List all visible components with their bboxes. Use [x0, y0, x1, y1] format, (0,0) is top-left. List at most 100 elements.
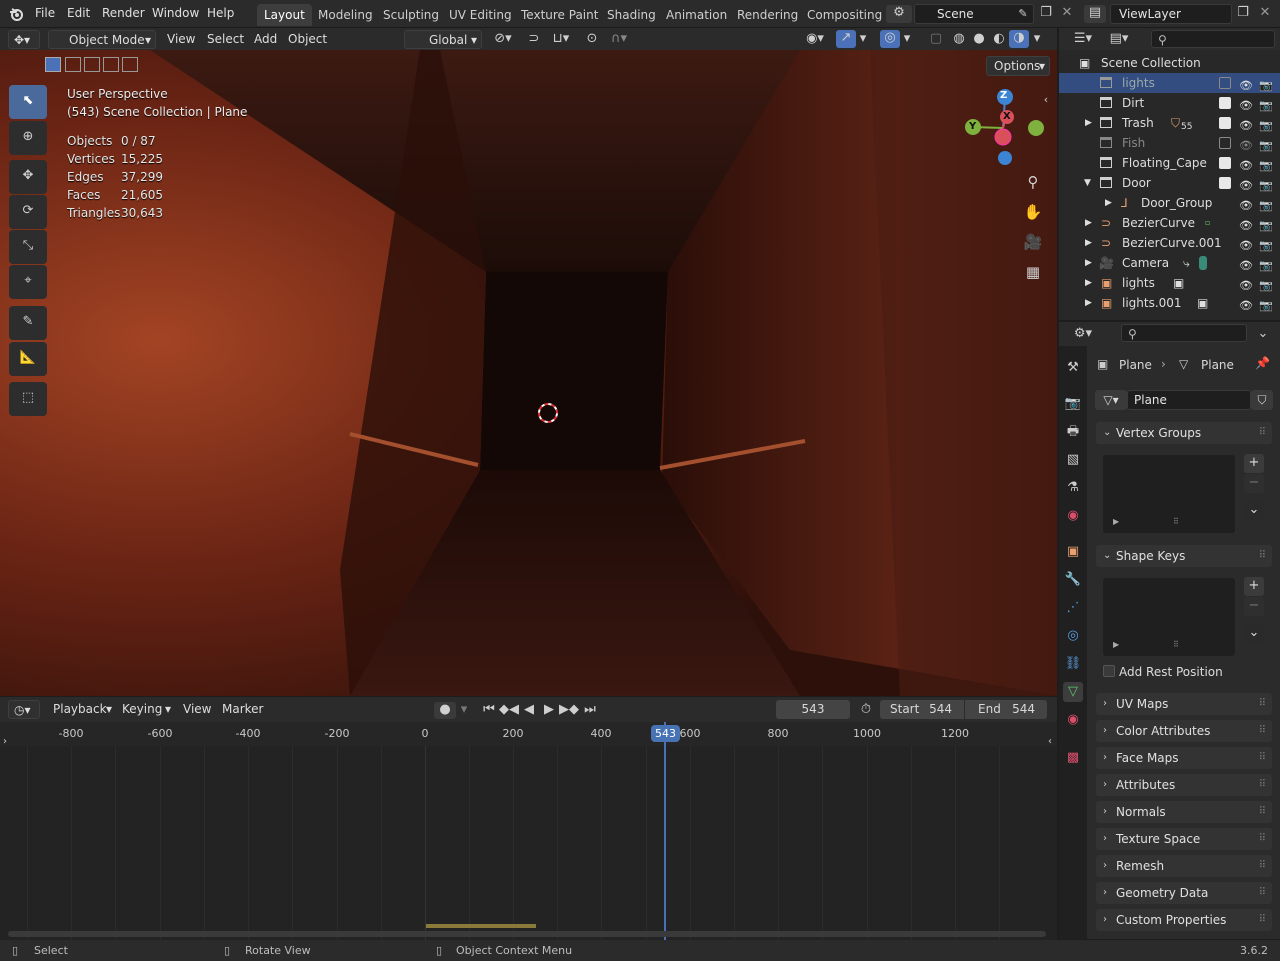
annotate-tool[interactable]: ✎ — [9, 306, 47, 340]
gizmo-dropdown-icon[interactable]: ▾ — [856, 31, 870, 47]
outliner-item-lights-2[interactable]: ▶ ▣ lights ▣ 👁 📷 — [1059, 273, 1280, 293]
prev-keyframe-icon[interactable]: ◆◀ — [499, 702, 519, 718]
outliner-item-camera[interactable]: ▶ 🎥 Camera ⤷ 👁 📷 — [1059, 253, 1280, 273]
rendered-shading-icon[interactable]: ◑ — [1009, 30, 1029, 48]
texture-space-panel[interactable]: › Texture Space ⠿ — [1096, 828, 1272, 850]
scale-tool[interactable]: ⤡ — [9, 230, 47, 264]
data-tab-icon[interactable]: ▽ — [1063, 682, 1083, 702]
expand-sidebar-icon[interactable]: ‹ — [1045, 734, 1055, 750]
remove-vertex-group-button[interactable]: − — [1244, 474, 1264, 493]
exclude-checkbox[interactable] — [1219, 77, 1231, 89]
playhead-line[interactable] — [664, 722, 666, 940]
uv-maps-panel[interactable]: › UV Maps ⠿ — [1096, 693, 1272, 715]
world-tab-icon[interactable]: ◉ — [1063, 506, 1083, 526]
drag-grip-icon[interactable]: ⠿ — [1259, 828, 1266, 850]
new-scene-icon[interactable]: ❐ — [1037, 5, 1055, 21]
auto-keying-icon[interactable]: ● — [434, 702, 456, 719]
drag-grip-icon[interactable]: ⠿ — [1259, 801, 1266, 823]
pin-icon[interactable]: ✎ — [1016, 6, 1030, 22]
outliner-item-lights[interactable]: lights 👁 📷 — [1059, 73, 1280, 93]
render-tab-icon[interactable]: 📷 — [1063, 394, 1083, 414]
view-layer-field[interactable]: ViewLayer — [1110, 4, 1232, 24]
object-tab-icon[interactable]: ▣ — [1063, 542, 1083, 562]
end-frame-field[interactable]: End 544 — [965, 700, 1047, 719]
falloff-icon[interactable]: ∩▾ — [604, 31, 634, 47]
expand-arrow-icon[interactable]: ▶ — [1105, 193, 1112, 213]
resize-grip-icon[interactable]: ⠿ — [1173, 517, 1179, 526]
zoom-icon[interactable]: ⚲ — [1022, 174, 1044, 190]
play-icon[interactable]: ▶ — [540, 702, 558, 718]
tab-texture-paint[interactable]: Texture Paint — [514, 4, 605, 26]
material-tab-icon[interactable]: ◉ — [1063, 710, 1083, 730]
expand-arrow-icon[interactable]: ▶ — [1085, 213, 1092, 233]
outliner-item-floating-cape[interactable]: Floating_Cape 👁 📷 — [1059, 153, 1280, 173]
drag-grip-icon[interactable]: ⠿ — [1259, 422, 1266, 444]
remove-shape-key-button[interactable]: − — [1244, 597, 1264, 616]
rotate-tool[interactable]: ⟳ — [9, 195, 47, 229]
menu-edit[interactable]: Edit — [67, 6, 90, 20]
properties-editor-type-icon[interactable]: ⚙▾ — [1069, 326, 1097, 342]
exclude-checkbox[interactable] — [1219, 157, 1231, 169]
outliner-item-fish[interactable]: Fish 👁 📷 — [1059, 133, 1280, 153]
physics-tab-icon[interactable]: ◎ — [1063, 626, 1083, 646]
expand-arrow-icon[interactable]: ▶ — [1085, 233, 1092, 253]
menu-add[interactable]: Add — [249, 30, 282, 49]
wireframe-shading-icon[interactable]: ◍ — [950, 31, 968, 47]
vertex-group-specials-button[interactable]: ⌄ — [1244, 501, 1264, 520]
overlay-dropdown-icon[interactable]: ▾ — [900, 31, 914, 47]
move-tool[interactable]: ✥ — [9, 160, 47, 194]
camera-view-icon[interactable]: 🎥 — [1022, 234, 1044, 250]
menu-help[interactable]: Help — [207, 6, 234, 20]
timeline-editor-type-icon[interactable]: ◷▾ — [8, 700, 40, 719]
keying-dropdown[interactable]: Keying ▾ — [117, 700, 173, 719]
scene-browse-icon[interactable]: ⚙ — [886, 5, 912, 23]
drag-grip-icon[interactable]: ⠿ — [1259, 909, 1266, 931]
collapse-sidebar-icon[interactable]: ‹ — [1040, 92, 1052, 108]
shape-key-specials-button[interactable]: ⌄ — [1244, 624, 1264, 643]
proportional-edit-icon[interactable]: ⊙ — [582, 31, 602, 47]
render-camera-icon[interactable]: 📷 — [1259, 296, 1273, 316]
resize-grip-icon[interactable]: ⠿ — [1173, 640, 1179, 649]
properties-search-field[interactable]: ⚲ — [1121, 324, 1247, 342]
constraints-tab-icon[interactable]: ⛓ — [1063, 654, 1083, 674]
outliner-item-beziercurve-001[interactable]: ▶ ⊃ BezierCurve.001 👁 📷 — [1059, 233, 1280, 253]
eye-icon[interactable]: 👁 — [1239, 296, 1253, 316]
playback-dropdown[interactable]: Playback ▾ — [48, 700, 114, 719]
playhead-frame-badge[interactable]: 543 — [651, 725, 680, 742]
exclude-checkbox[interactable] — [1219, 97, 1231, 109]
preview-range-clock-icon[interactable]: ⏱ — [856, 702, 876, 718]
outliner-scene-collection[interactable]: ▣ Scene Collection — [1059, 53, 1280, 73]
close-view-layer-icon[interactable]: ✕ — [1258, 5, 1272, 21]
expand-channels-icon[interactable]: › — [0, 734, 10, 750]
face-maps-panel[interactable]: › Face Maps ⠿ — [1096, 747, 1272, 769]
jump-start-icon[interactable]: ⏮ — [480, 702, 498, 718]
menu-select[interactable]: Select — [202, 30, 249, 49]
custom-properties-panel[interactable]: › Custom Properties ⠿ — [1096, 909, 1272, 931]
select-subtract-icon[interactable] — [84, 57, 100, 72]
drag-grip-icon[interactable]: ⠿ — [1259, 693, 1266, 715]
play-reverse-icon[interactable]: ◀ — [520, 702, 538, 718]
select-invert-icon[interactable] — [103, 57, 119, 72]
blender-logo-icon[interactable] — [8, 6, 26, 22]
modifier-tab-icon[interactable]: 🔧 — [1063, 570, 1083, 590]
transform-tool[interactable]: ⌖ — [9, 265, 47, 299]
expand-arrow-icon[interactable]: ▶ — [1085, 293, 1092, 313]
menu-timeline-view[interactable]: View — [178, 700, 216, 719]
expand-arrow-icon[interactable]: ▶ — [1085, 273, 1092, 293]
select-box-tool[interactable]: ⬉ — [9, 85, 47, 119]
jump-end-icon[interactable]: ⏭ — [581, 702, 599, 718]
collapse-arrow-icon[interactable]: ▼ — [1084, 173, 1091, 193]
particles-tab-icon[interactable]: ⋰ — [1063, 598, 1083, 618]
measure-tool[interactable]: 📐 — [9, 342, 47, 376]
tab-compositing[interactable]: Compositing — [800, 4, 889, 26]
drag-grip-icon[interactable]: ⠿ — [1259, 747, 1266, 769]
exclude-checkbox[interactable] — [1219, 117, 1231, 129]
output-tab-icon[interactable]: 🖶 — [1063, 422, 1083, 442]
tab-shading[interactable]: Shading — [600, 4, 663, 26]
normals-panel[interactable]: › Normals ⠿ — [1096, 801, 1272, 823]
gizmo-toggle-icon[interactable]: ↗ — [836, 30, 856, 48]
texture-tab-icon[interactable]: ▩ — [1063, 748, 1083, 768]
exclude-checkbox[interactable] — [1219, 137, 1231, 149]
pivot-icon[interactable]: ⊘▾ — [488, 31, 518, 47]
expand-arrow-icon[interactable]: ▶ — [1085, 253, 1092, 273]
